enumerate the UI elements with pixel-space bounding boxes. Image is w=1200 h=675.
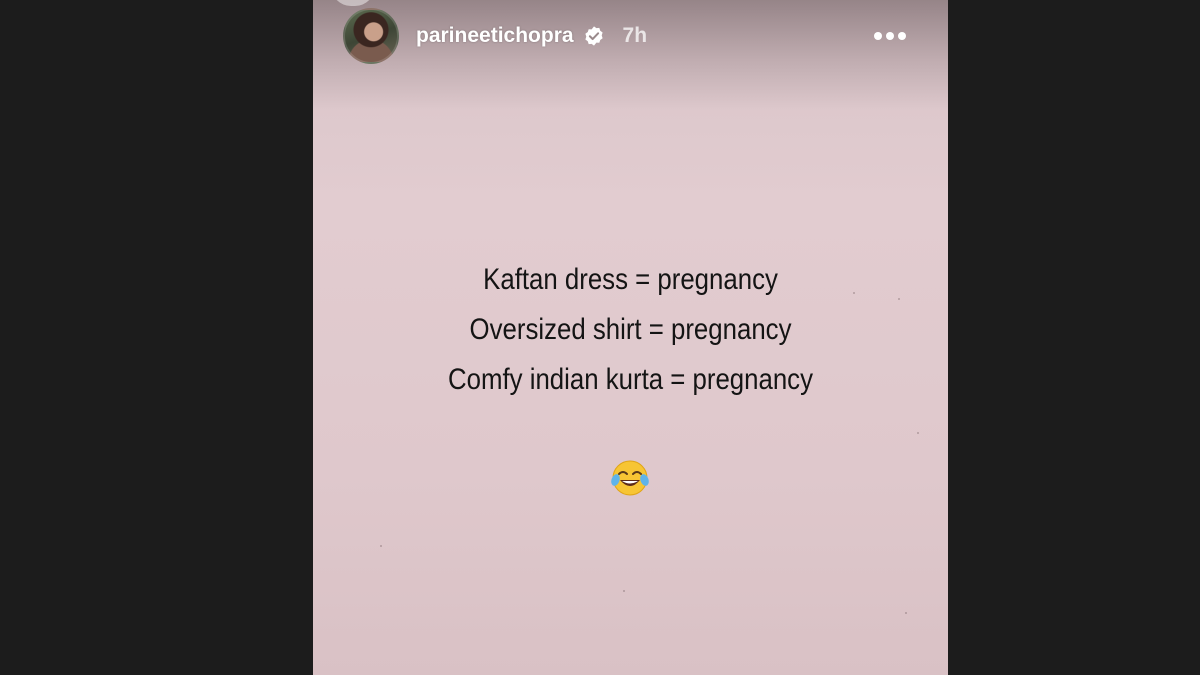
more-options-icon — [898, 32, 906, 40]
more-options-icon — [886, 32, 894, 40]
story-header: parineetichopra 7h — [343, 8, 918, 64]
verified-badge-icon — [584, 26, 603, 46]
story-card[interactable]: parineetichopra 7h Kaftan dress = pregna… — [313, 0, 948, 675]
post-timestamp: 7h — [622, 24, 648, 47]
more-options-button[interactable] — [874, 32, 906, 40]
tears-of-joy-emoji — [611, 460, 649, 496]
story-caption: Kaftan dress = pregnancy Oversized shirt… — [357, 255, 903, 405]
caption-line: Comfy indian kurta = pregnancy — [448, 363, 813, 396]
viewer-backdrop: parineetichopra 7h Kaftan dress = pregna… — [0, 0, 1200, 675]
author-username[interactable]: parineetichopra — [416, 24, 574, 48]
author-avatar[interactable] — [343, 8, 399, 64]
more-options-icon — [874, 32, 882, 40]
caption-line: Oversized shirt = pregnancy — [469, 313, 792, 346]
caption-line: Kaftan dress = pregnancy — [483, 263, 778, 296]
